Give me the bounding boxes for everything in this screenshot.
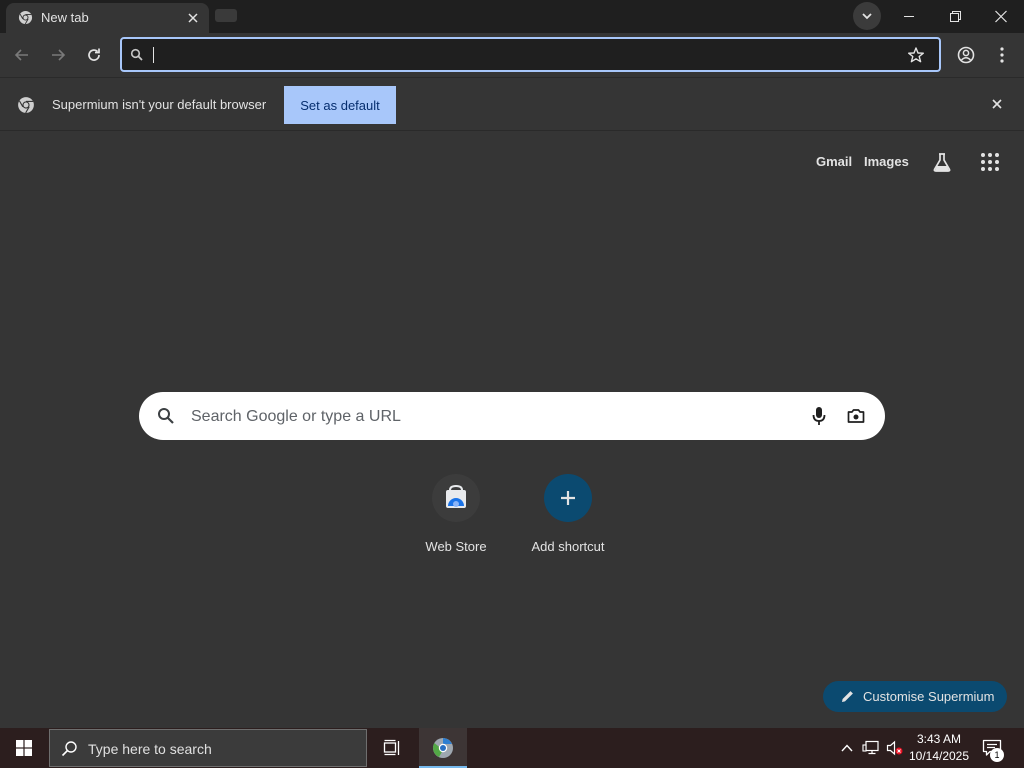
clock-time[interactable]: 3:43 AM bbox=[905, 732, 973, 746]
close-icon[interactable] bbox=[990, 97, 1004, 111]
google-search-box[interactable]: Search Google or type a URL bbox=[139, 392, 885, 440]
shortcut-web-store[interactable]: Web Store bbox=[408, 472, 504, 562]
new-tab-button[interactable] bbox=[215, 9, 237, 22]
chrome-icon bbox=[431, 736, 455, 760]
clock-date[interactable]: 10/14/2025 bbox=[905, 749, 973, 763]
search-icon bbox=[130, 48, 144, 62]
apps-icon[interactable] bbox=[980, 152, 1000, 172]
chevron-down-icon bbox=[861, 11, 873, 21]
add-shortcut-button[interactable]: Add shortcut bbox=[520, 472, 616, 562]
tab-title: New tab bbox=[41, 10, 89, 25]
minimize-button[interactable] bbox=[886, 0, 932, 33]
toolbar bbox=[0, 33, 1024, 77]
set-as-default-button[interactable]: Set as default bbox=[284, 86, 396, 124]
customise-label: Customise Supermium bbox=[863, 689, 995, 704]
taskbar: Type here to search 3:43 AM 10/14/2025 1 bbox=[0, 728, 1024, 768]
images-link[interactable]: Images bbox=[864, 154, 909, 169]
close-icon[interactable] bbox=[186, 11, 200, 25]
customise-button[interactable]: Customise Supermium bbox=[823, 681, 1007, 712]
menu-icon[interactable] bbox=[991, 44, 1013, 66]
search-placeholder: Search Google or type a URL bbox=[191, 408, 401, 425]
plus-icon bbox=[544, 474, 592, 522]
restore-button[interactable] bbox=[932, 0, 978, 33]
webstore-icon bbox=[432, 474, 480, 522]
profile-icon[interactable] bbox=[955, 44, 977, 66]
start-button[interactable] bbox=[0, 728, 48, 768]
mic-icon[interactable] bbox=[811, 406, 827, 426]
taskbar-search-placeholder: Type here to search bbox=[88, 741, 212, 757]
infobar-message: Supermium isn't your default browser bbox=[52, 97, 267, 112]
chrome-icon bbox=[17, 96, 35, 114]
forward-icon[interactable] bbox=[47, 44, 69, 66]
address-bar[interactable] bbox=[120, 37, 941, 72]
tab-search-button[interactable] bbox=[853, 2, 881, 30]
chevron-up-icon[interactable] bbox=[840, 741, 854, 755]
task-view-button[interactable] bbox=[372, 728, 412, 768]
chrome-icon bbox=[18, 10, 33, 25]
network-icon[interactable] bbox=[862, 740, 880, 756]
taskview-icon bbox=[383, 739, 401, 757]
notification-count-badge: 1 bbox=[990, 748, 1004, 762]
taskbar-search-box[interactable]: Type here to search bbox=[49, 729, 367, 767]
windows-icon bbox=[16, 740, 32, 756]
pencil-icon bbox=[840, 689, 855, 704]
text-caret bbox=[153, 47, 154, 63]
search-icon bbox=[157, 407, 175, 425]
star-icon[interactable] bbox=[907, 46, 925, 64]
back-icon[interactable] bbox=[11, 44, 33, 66]
tab-new-tab[interactable]: New tab bbox=[6, 3, 209, 33]
address-input[interactable] bbox=[156, 45, 856, 65]
taskbar-supermium-app[interactable] bbox=[419, 728, 467, 768]
new-tab-page: Gmail Images Search Google or type a URL… bbox=[0, 132, 1024, 728]
shortcut-label: Add shortcut bbox=[531, 539, 605, 554]
labs-icon[interactable] bbox=[931, 151, 953, 173]
close-window-button[interactable] bbox=[978, 0, 1024, 33]
reload-icon[interactable] bbox=[83, 44, 105, 66]
volume-muted-icon[interactable] bbox=[886, 740, 904, 756]
camera-icon[interactable] bbox=[847, 407, 865, 425]
default-browser-infobar: Supermium isn't your default browser Set… bbox=[0, 77, 1024, 131]
gmail-link[interactable]: Gmail bbox=[816, 154, 852, 169]
shortcut-label: Web Store bbox=[425, 539, 487, 554]
search-icon bbox=[61, 740, 78, 757]
title-bar: New tab bbox=[0, 0, 1024, 33]
